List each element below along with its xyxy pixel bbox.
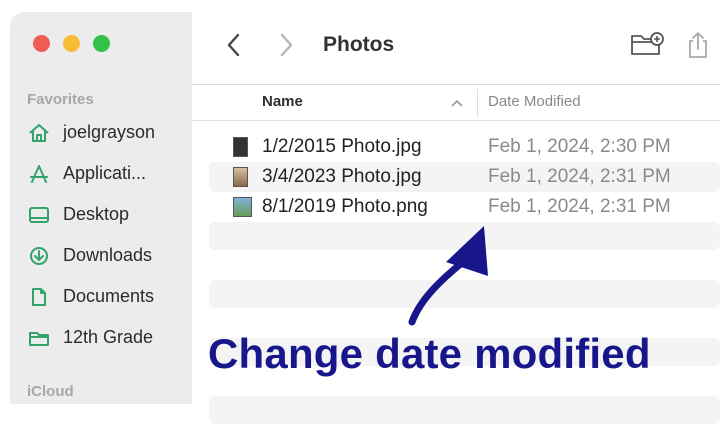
annotation-text: Change date modified bbox=[208, 330, 651, 377]
